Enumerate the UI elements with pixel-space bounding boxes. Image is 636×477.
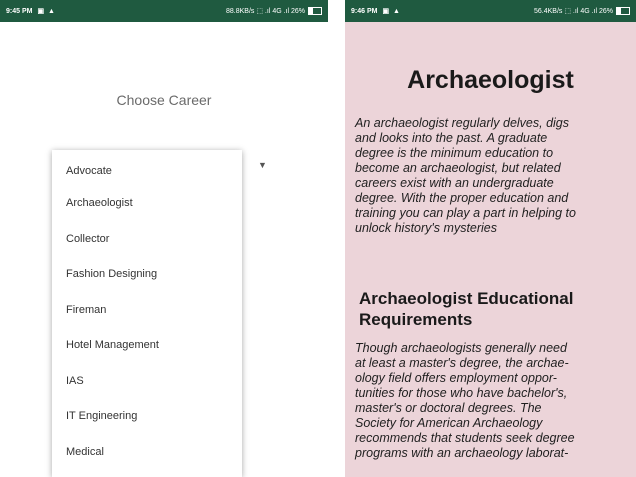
body-line: at least a master's degree, the archae- [355, 356, 569, 370]
intro-line: An archaeologist regularly delves, digs [355, 116, 570, 130]
dropdown-arrow-icon[interactable]: ▼ [258, 160, 267, 170]
menu-item-hotel-management[interactable]: Hotel Management [66, 339, 159, 351]
intro-paragraph: An archaeologist regularly delves, digs … [355, 116, 636, 236]
menu-item-it-engineering[interactable]: IT Engineering [66, 410, 137, 422]
status-time: 9:45 PM [6, 7, 33, 15]
career-chooser-screen: 9:45 PM ▣ ▲ 88.8KB/s ⬚ .ıl 4G .ıl 26% Ch… [0, 0, 328, 477]
body-paragraph: Though archaeologists generally need at … [355, 341, 636, 461]
menu-item-ias[interactable]: IAS [66, 375, 84, 387]
intro-line: careers exist with an undergraduate [355, 176, 554, 190]
body-line: master's or doctoral degrees. The [355, 401, 542, 415]
section-heading-line: Archaeologist Educational [359, 289, 574, 308]
career-dropdown-menu: Advocate Archaeologist Collector Fashion… [52, 150, 242, 477]
status-network-info: 56.4KB/s ⬚ .ıl 4G .ıl 26% [534, 8, 613, 15]
notification-icons: ▣ ▲ [382, 8, 401, 15]
menu-item-fashion-designing[interactable]: Fashion Designing [66, 268, 157, 280]
menu-item-fireman[interactable]: Fireman [66, 304, 106, 316]
intro-line: degree is the minimum education to [355, 146, 554, 160]
battery-icon [308, 7, 322, 15]
intro-line: and looks into the past. A graduate [355, 131, 548, 145]
article-title: Archaeologist [407, 66, 574, 94]
body-line: Society for American Archaeology [355, 416, 543, 430]
body-line: tunities for those who have bachelor's, [355, 386, 568, 400]
status-network-info: 88.8KB/s ⬚ .ıl 4G .ıl 26% [226, 8, 305, 15]
intro-line: unlock history's mysteries [355, 221, 498, 235]
notification-icons: ▣ ▲ [37, 8, 56, 15]
menu-item-collector[interactable]: Collector [66, 233, 109, 245]
body-line: recommends that students seek degree [355, 431, 575, 445]
section-heading: Archaeologist Educational Requirements [359, 288, 573, 330]
section-heading-line: Requirements [359, 310, 473, 329]
status-bar: 9:45 PM ▣ ▲ 88.8KB/s ⬚ .ıl 4G .ıl 26% [0, 0, 328, 22]
career-detail-screen: 9:46 PM ▣ ▲ 56.4KB/s ⬚ .ıl 4G .ıl 26% Ar… [345, 0, 636, 477]
intro-line: training you can play a part in helping … [355, 206, 576, 220]
status-time: 9:46 PM [351, 7, 378, 15]
body-line: ology field offers employment oppor- [355, 371, 557, 385]
body-line: Though archaeologists generally need [355, 341, 567, 355]
menu-item-medical[interactable]: Medical [66, 446, 104, 458]
status-bar: 9:46 PM ▣ ▲ 56.4KB/s ⬚ .ıl 4G .ıl 26% [345, 0, 636, 22]
intro-line: degree. With the proper education and [355, 191, 569, 205]
battery-icon [616, 7, 630, 15]
intro-line: become an archaeologist, but related [355, 161, 561, 175]
menu-item-advocate[interactable]: Advocate [66, 165, 112, 177]
body-line: programs with an archaeology laborat- [355, 446, 569, 460]
page-title: Choose Career [116, 92, 212, 108]
menu-item-archaeologist[interactable]: Archaeologist [66, 197, 133, 209]
